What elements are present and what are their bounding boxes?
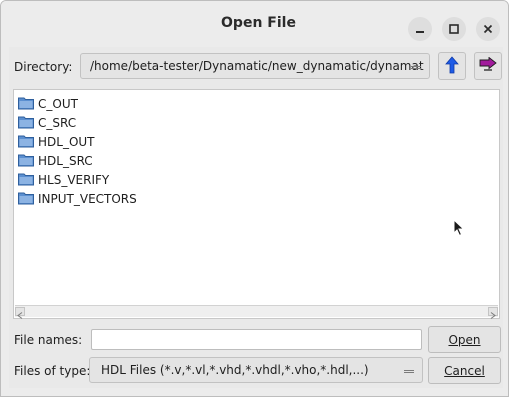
recent-directories-icon [478,56,498,76]
list-item[interactable]: HDL_OUT [18,133,95,151]
file-name: C_OUT [38,97,78,111]
file-list[interactable]: C_OUT C_SRC HDL_OUT HDL_SRC HLS_VERIFY I… [13,89,500,319]
dropdown-indicator-icon [404,370,414,373]
file-names-input[interactable] [91,329,422,350]
arrow-up-icon [445,55,459,77]
folder-icon [18,115,34,132]
directory-label: Directory: [14,60,73,74]
file-name: C_SRC [38,116,77,130]
file-type-combo[interactable]: HDL Files (*.v,*.vl,*.vhd,*.vhdl,*.vho,*… [89,357,423,383]
close-icon [483,24,493,34]
horizontal-scrollbar[interactable] [15,305,498,319]
up-directory-button[interactable] [438,52,466,80]
folder-icon [18,172,34,189]
folder-icon [18,134,34,151]
open-button[interactable]: Open [428,326,501,353]
folder-icon [18,96,34,113]
mouse-cursor-icon [453,218,465,240]
list-item[interactable]: C_SRC [18,114,76,132]
dialog-body: Directory: /home/beta-tester/Dynamatic/n… [9,47,503,388]
open-file-dialog: Open File Directory: /home/beta-tester/D… [0,0,509,397]
list-item[interactable]: C_OUT [18,95,78,113]
file-type-selected: HDL Files (*.v,*.vl,*.vhd,*.vhdl,*.vho,*… [101,363,369,377]
file-name: INPUT_VECTORS [38,192,137,206]
close-button[interactable] [476,17,500,41]
recent-directories-button[interactable] [474,52,502,80]
dialog-title: Open File [221,15,296,31]
directory-path: /home/beta-tester/Dynamatic/new_dynamati… [90,59,424,73]
dropdown-indicator-icon [411,66,421,69]
minimize-icon [415,24,425,34]
file-name: HDL_OUT [38,135,95,149]
file-names-label: File names: [14,333,83,347]
arrow-right-icon [489,308,497,322]
open-button-label: Open [448,333,481,347]
folder-icon [18,191,34,208]
title-bar[interactable]: Open File [1,1,508,46]
files-of-type-label: Files of type: [14,364,91,378]
minimize-button[interactable] [408,17,432,41]
maximize-button[interactable] [442,17,466,41]
scroll-left-button[interactable] [15,307,25,319]
file-name: HLS_VERIFY [38,173,110,187]
directory-combo[interactable]: /home/beta-tester/Dynamatic/new_dynamati… [80,53,430,79]
file-name: HDL_SRC [38,154,93,168]
cancel-button[interactable]: Cancel [428,357,501,384]
scroll-right-button[interactable] [488,307,498,319]
list-item[interactable]: HLS_VERIFY [18,171,109,189]
arrow-left-icon [16,308,24,322]
list-item[interactable]: INPUT_VECTORS [18,190,137,208]
cancel-button-label: Cancel [444,364,485,378]
list-item[interactable]: HDL_SRC [18,152,93,170]
folder-icon [18,153,34,170]
maximize-icon [449,24,459,34]
